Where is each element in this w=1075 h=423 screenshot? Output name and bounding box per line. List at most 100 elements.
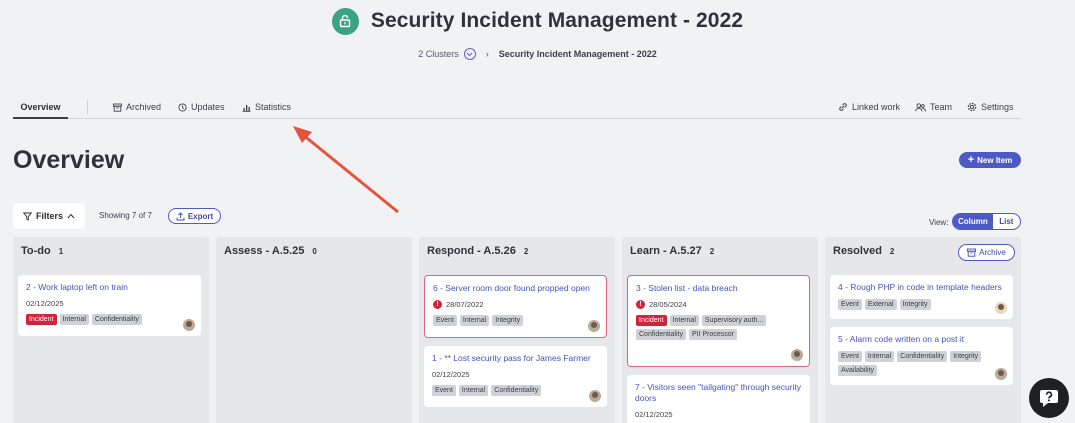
avatar[interactable] bbox=[995, 302, 1007, 314]
card-tags: Incident Internal Supervisory auth... Co… bbox=[636, 315, 786, 340]
card-title[interactable]: 2 - Work laptop left on train bbox=[26, 282, 193, 293]
alert-icon: ! bbox=[433, 300, 442, 309]
tab-team-label: Team bbox=[930, 102, 953, 112]
tag: Supervisory auth... bbox=[701, 315, 767, 326]
tag: PII Processor bbox=[688, 329, 737, 340]
board-column: Assess - A.5.25 0 bbox=[216, 237, 412, 423]
new-item-button[interactable]: + New Item bbox=[959, 152, 1021, 168]
item-card[interactable]: 6 - Server room door found propped open … bbox=[424, 275, 607, 338]
column-title: Respond - A.5.26 bbox=[427, 245, 516, 257]
help-chat-button[interactable] bbox=[1029, 378, 1069, 418]
history-icon bbox=[178, 102, 187, 112]
tag: Confidentiality bbox=[636, 329, 686, 340]
tab-updates[interactable]: Updates bbox=[178, 102, 225, 112]
tag: Internal bbox=[59, 314, 89, 325]
item-card[interactable]: 3 - Stolen list - data breach ! 28/05/202… bbox=[627, 275, 810, 367]
tab-updates-label: Updates bbox=[191, 102, 225, 112]
new-item-label: New Item bbox=[977, 155, 1013, 165]
tag: Internal bbox=[458, 385, 489, 396]
avatar[interactable] bbox=[588, 320, 600, 332]
tag: Incident bbox=[636, 315, 667, 326]
export-button[interactable]: Export bbox=[168, 208, 221, 224]
archive-label: Archive bbox=[979, 248, 1006, 257]
column-count: 2 bbox=[709, 247, 715, 256]
archive-button[interactable]: Archive bbox=[958, 244, 1015, 261]
link-icon bbox=[839, 103, 847, 111]
tag: Event bbox=[433, 315, 457, 326]
card-title[interactable]: 1 - ** Lost security pass for James Farm… bbox=[432, 353, 599, 364]
column-title: Learn - A.5.27 bbox=[630, 245, 702, 257]
export-label: Export bbox=[187, 211, 214, 221]
tab-settings[interactable]: Settings bbox=[967, 102, 1014, 112]
tab-overview-label: Overview bbox=[20, 102, 61, 112]
tab-archived-label: Archived bbox=[126, 102, 162, 112]
alert-icon: ! bbox=[636, 300, 645, 309]
column-header: Learn - A.5.27 2 bbox=[630, 245, 714, 257]
card-title[interactable]: 3 - Stolen list - data breach bbox=[636, 283, 801, 294]
item-card[interactable]: 5 - Alarm code written on a post it Even… bbox=[830, 327, 1013, 385]
card-title[interactable]: 5 - Alarm code written on a post it bbox=[838, 334, 1005, 345]
breadcrumb-parent[interactable]: 2 Clusters bbox=[418, 49, 459, 59]
view-label: View: bbox=[929, 218, 949, 227]
column-title: To-do bbox=[21, 245, 51, 257]
column-count: 2 bbox=[523, 247, 529, 256]
view-list-button[interactable]: List bbox=[993, 214, 1020, 229]
filters-button[interactable]: Filters bbox=[13, 203, 85, 229]
item-card[interactable]: 1 - ** Lost security pass for James Farm… bbox=[424, 346, 607, 407]
tag: Availability bbox=[838, 365, 877, 376]
card-tags: Incident Internal Confidentiality bbox=[26, 314, 176, 325]
tab-settings-label: Settings bbox=[981, 102, 1014, 112]
column-count: 0 bbox=[312, 247, 317, 256]
avatar[interactable] bbox=[791, 349, 803, 361]
avatar[interactable] bbox=[589, 390, 601, 402]
card-date: ! 28/05/2024 bbox=[636, 300, 801, 309]
tab-archived[interactable]: Archived bbox=[113, 102, 161, 112]
tag: Confidentiality bbox=[897, 351, 948, 362]
board-column: Learn - A.5.27 2 3 - Stolen list - data … bbox=[622, 237, 818, 423]
tab-overview[interactable]: Overview bbox=[13, 102, 68, 119]
tab-team[interactable]: Team bbox=[915, 102, 952, 112]
item-card[interactable]: 4 - Rough PHP in code in template header… bbox=[830, 275, 1013, 319]
column-header: Respond - A.5.26 2 bbox=[427, 245, 528, 257]
column-count: 2 bbox=[889, 247, 895, 256]
card-tags: Event External Integrity bbox=[838, 299, 988, 310]
annotation-arrow bbox=[293, 126, 399, 214]
card-tags: Event Internal Integrity bbox=[433, 315, 583, 326]
tab-linked-work[interactable]: Linked work bbox=[838, 102, 900, 112]
filter-icon bbox=[22, 212, 32, 221]
avatar[interactable] bbox=[183, 319, 195, 331]
card-date: 02/12/2025 bbox=[635, 410, 673, 419]
tab-statistics-label: Statistics bbox=[255, 102, 292, 112]
column-header: Resolved 2 bbox=[833, 245, 894, 257]
filters-label: Filters bbox=[35, 211, 63, 221]
tag: Event bbox=[838, 351, 862, 362]
item-card[interactable]: 7 - Visitors seen "tailgating" through s… bbox=[627, 375, 810, 423]
avatar[interactable] bbox=[995, 368, 1007, 380]
tag: Incident bbox=[26, 314, 57, 325]
column-count: 1 bbox=[58, 247, 64, 256]
card-title[interactable]: 7 - Visitors seen "tailgating" through s… bbox=[635, 382, 802, 404]
tag: Internal bbox=[459, 315, 490, 326]
archive-icon bbox=[967, 248, 977, 257]
unlock-icon bbox=[331, 7, 359, 35]
card-tags: Event Internal Confidentiality Integrity… bbox=[838, 351, 988, 376]
breadcrumb-current: Security Incident Management - 2022 bbox=[498, 49, 657, 59]
card-title[interactable]: 6 - Server room door found propped open bbox=[433, 283, 598, 294]
item-card[interactable]: 2 - Work laptop left on train 02/12/2025… bbox=[18, 275, 201, 336]
column-title: Resolved bbox=[833, 245, 882, 257]
board-column: To-do 1 2 - Work laptop left on train 02… bbox=[13, 237, 209, 423]
column-header: Assess - A.5.25 0 bbox=[224, 245, 317, 257]
plus-icon: + bbox=[967, 154, 975, 166]
chevron-down-icon[interactable] bbox=[463, 48, 476, 60]
page-header: Security Incident Management - 2022 2 Cl… bbox=[0, 6, 1075, 60]
tab-statistics[interactable]: Statistics bbox=[242, 102, 291, 112]
view-column-button[interactable]: Column bbox=[953, 214, 993, 229]
result-count: Showing 7 of 7 bbox=[99, 211, 152, 220]
upload-icon bbox=[176, 211, 185, 220]
tag: Integrity bbox=[950, 351, 982, 362]
tag: External bbox=[864, 299, 897, 310]
breadcrumb: 2 Clusters › Security Incident Managemen… bbox=[0, 48, 1075, 60]
chevron-up-icon bbox=[67, 213, 75, 219]
card-title[interactable]: 4 - Rough PHP in code in template header… bbox=[838, 282, 1005, 293]
column-title: Assess - A.5.25 bbox=[224, 245, 305, 257]
